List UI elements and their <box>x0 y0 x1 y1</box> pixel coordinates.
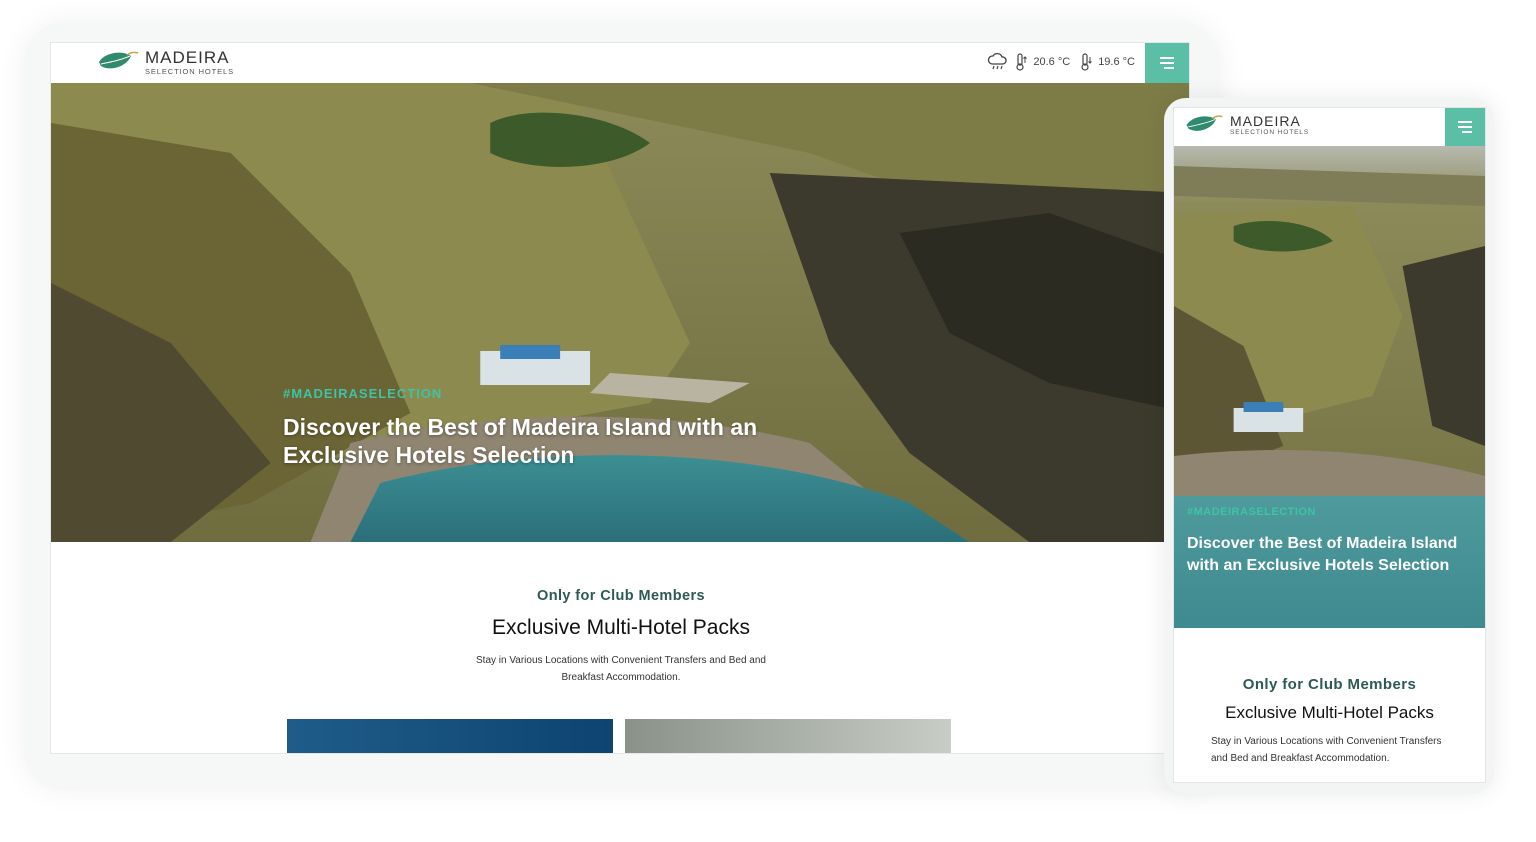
brand-tagline: SELECTION HOTELS <box>145 67 235 76</box>
showcase-stage: MADEIRA SELECTION HOTELS 20.6 °C 19.6 °C <box>0 0 1536 842</box>
club-subtitle: Only for Club Members <box>1242 676 1417 693</box>
temperature-high: 20.6 °C <box>1033 56 1071 68</box>
hamburger-icon <box>1458 121 1472 123</box>
mobile-screen: MADEIRA SELECTION HOTELS #MADEIRASELECTI… <box>1173 107 1486 783</box>
hotel-pack-card[interactable] <box>625 719 951 753</box>
weather-widget: 20.6 °C 19.6 °C <box>987 53 1135 71</box>
leaf-logo-icon <box>97 50 139 74</box>
club-description: Stay in Various Locations with Convenien… <box>1211 736 1442 764</box>
club-description: Stay in Various Locations with Convenien… <box>476 655 766 683</box>
mobile-site-header: MADEIRA SELECTION HOTELS <box>1174 108 1485 146</box>
club-heading: Exclusive Multi-Hotel Packs <box>492 616 750 639</box>
hero-hashtag[interactable]: #MADEIRASELECTION <box>1187 506 1316 518</box>
site-header: MADEIRA SELECTION HOTELS 20.6 °C 19.6 °C <box>51 43 1189 83</box>
hotel-pack-card[interactable] <box>287 719 613 753</box>
brand-name: MADEIRA <box>145 48 230 67</box>
brand-name: MADEIRA <box>1230 113 1301 129</box>
brand-logo[interactable]: MADEIRA SELECTION HOTELS <box>1184 114 1309 137</box>
menu-button[interactable] <box>1445 108 1485 146</box>
hamburger-icon <box>1160 57 1174 59</box>
menu-button[interactable] <box>1145 43 1189 83</box>
hero-heading: Discover the Best of Madeira Island with… <box>1187 535 1458 574</box>
mobile-club-section: Only for Club Members Exclusive Multi-Ho… <box>1174 676 1485 767</box>
thermometer-high-icon <box>1016 53 1028 71</box>
club-section: Only for Club Members Exclusive Multi-Ho… <box>51 588 1189 686</box>
club-heading: Exclusive Multi-Hotel Packs <box>1225 703 1434 722</box>
hero-banner: #MADEIRASELECTION Discover the Best of M… <box>51 83 1189 542</box>
leaf-logo-icon <box>1184 114 1224 136</box>
hero-landscape-image <box>51 83 1189 542</box>
brand-tagline: SELECTION HOTELS <box>1230 129 1310 136</box>
hero-hashtag[interactable]: #MADEIRASELECTION <box>283 386 442 401</box>
brand-logo[interactable]: MADEIRA SELECTION HOTELS <box>97 49 234 76</box>
club-subtitle: Only for Club Members <box>537 588 705 604</box>
thermometer-low-icon <box>1081 53 1093 71</box>
temperature-low: 19.6 °C <box>1098 56 1135 68</box>
cloud-rain-icon <box>988 53 1008 70</box>
desktop-screen: MADEIRA SELECTION HOTELS 20.6 °C 19.6 °C <box>50 42 1190 754</box>
hero-heading: Discover the Best of Madeira Island with… <box>283 414 758 468</box>
